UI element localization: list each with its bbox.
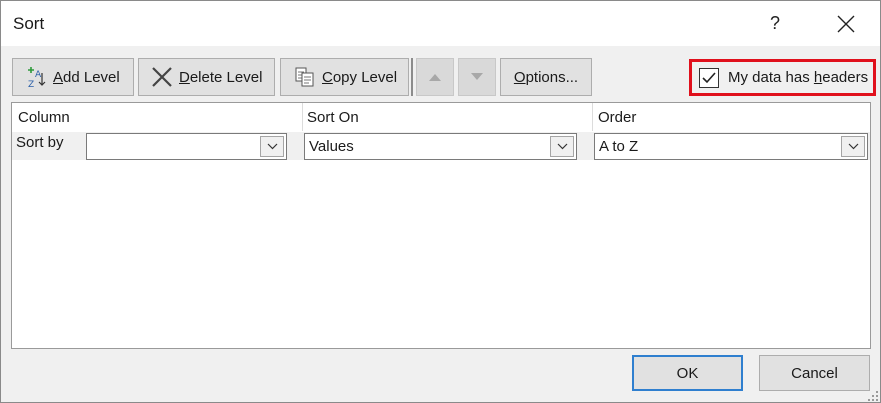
column-header: Column	[18, 109, 70, 126]
checkmark-icon	[702, 71, 716, 83]
add-level-label: Add Level	[53, 68, 120, 86]
sort-level-row[interactable]: Sort by Values A to Z	[12, 132, 870, 160]
sort-levels-grid: Column Sort On Order Sort by Values A to…	[11, 102, 871, 349]
delete-level-button[interactable]: Delete Level	[138, 58, 275, 96]
chevron-down-icon	[841, 136, 865, 157]
svg-text:A: A	[35, 70, 42, 80]
move-up-button[interactable]	[416, 58, 454, 96]
chevron-down-icon	[550, 136, 574, 157]
add-level-icon: A Z	[25, 66, 47, 88]
order-value: A to Z	[599, 138, 639, 155]
title-bar: Sort ?	[1, 1, 880, 46]
grid-header: Column Sort On Order	[12, 103, 870, 131]
add-level-button[interactable]: A Z Add Level	[12, 58, 134, 96]
triangle-up-icon	[429, 74, 441, 81]
move-down-button[interactable]	[458, 58, 496, 96]
cancel-button[interactable]: Cancel	[759, 355, 870, 391]
order-select[interactable]: A to Z	[594, 133, 868, 160]
resize-grip-icon[interactable]	[867, 390, 879, 402]
close-icon	[837, 15, 855, 32]
sort-on-header: Sort On	[307, 109, 359, 126]
sort-dialog: Sort ? A Z Add Level Delete Level Copy L…	[0, 0, 881, 403]
headers-checkbox-label[interactable]: My data has headers	[728, 69, 868, 86]
triangle-down-icon	[471, 73, 483, 80]
close-button[interactable]	[823, 1, 869, 46]
copy-level-label: Copy Level	[322, 68, 398, 86]
options-label: Options...	[513, 68, 579, 86]
toolbar-separator	[411, 58, 413, 96]
svg-text:Z: Z	[28, 80, 34, 88]
help-button[interactable]: ?	[753, 1, 797, 46]
ok-button[interactable]: OK	[632, 355, 743, 391]
delete-x-icon	[151, 66, 173, 88]
header-divider	[302, 103, 303, 131]
header-divider	[592, 103, 593, 131]
copy-level-button[interactable]: Copy Level	[280, 58, 409, 96]
chevron-down-icon	[260, 136, 284, 157]
options-button[interactable]: Options...	[500, 58, 592, 96]
order-header: Order	[598, 109, 637, 126]
headers-checkbox[interactable]	[699, 67, 719, 88]
sort-by-label: Sort by	[16, 134, 64, 151]
sort-on-select[interactable]: Values	[304, 133, 577, 160]
dialog-body: A Z Add Level Delete Level Copy Level Op…	[1, 46, 880, 402]
my-data-has-headers-option: My data has headers	[689, 59, 876, 96]
delete-level-label: Delete Level	[179, 68, 263, 86]
dialog-title: Sort	[13, 14, 45, 33]
column-select[interactable]	[86, 133, 287, 160]
copy-icon	[294, 66, 316, 88]
sort-on-value: Values	[309, 138, 354, 155]
